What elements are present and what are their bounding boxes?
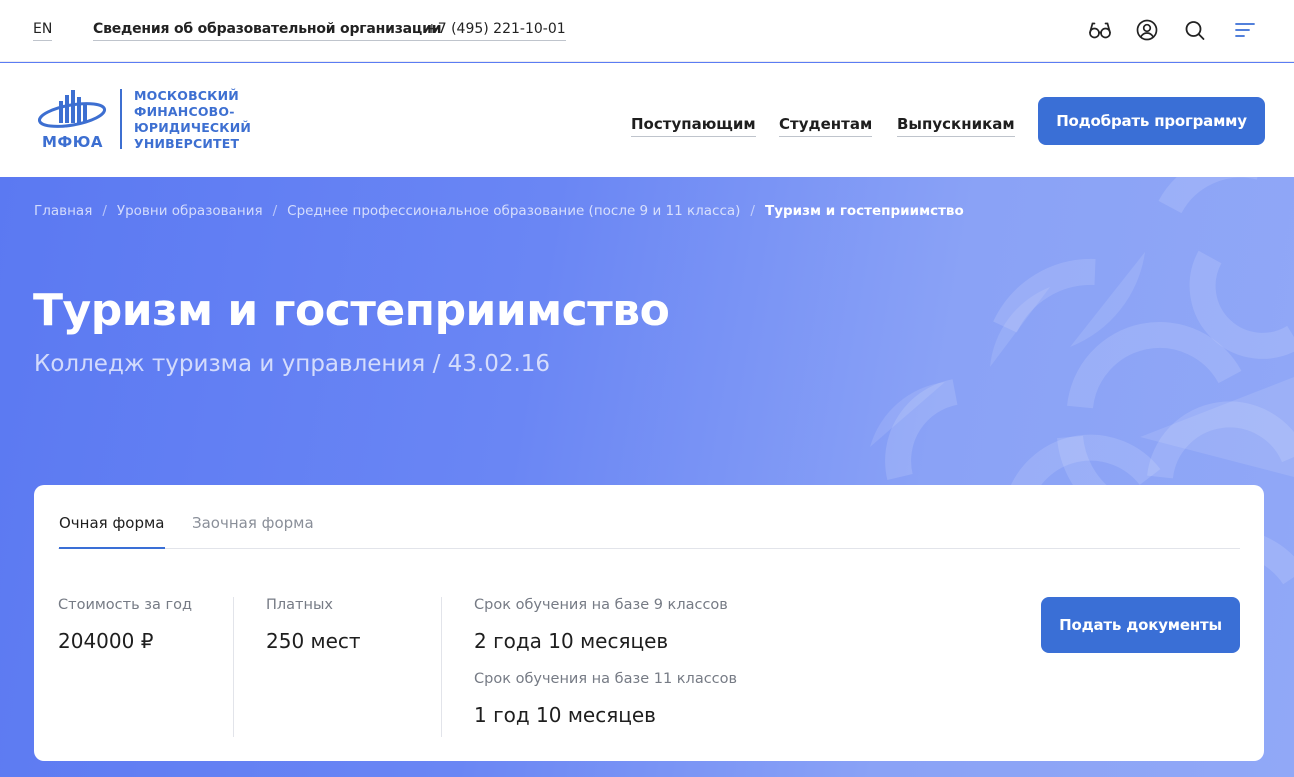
breadcrumb-spo[interactable]: Среднее профессиональное образование (по… xyxy=(287,203,740,219)
column-divider xyxy=(233,597,234,737)
search-icon[interactable] xyxy=(1182,17,1208,43)
breadcrumb-levels[interactable]: Уровни образования xyxy=(117,203,263,219)
logo-abbreviation: МФЮА xyxy=(42,133,104,151)
breadcrumb-separator: / xyxy=(272,203,278,219)
cost-block: Стоимость за год 204000 ₽ xyxy=(58,597,192,653)
study-form-tabs: Очная форма Заочная форма xyxy=(58,485,1240,549)
cost-label: Стоимость за год xyxy=(58,597,192,613)
paid-places-block: Платных 250 мест xyxy=(266,597,361,653)
column-divider xyxy=(441,597,442,737)
breadcrumb-home[interactable]: Главная xyxy=(34,203,92,219)
nav-applicants[interactable]: Поступающим xyxy=(631,115,756,137)
tab-full-time[interactable]: Очная форма xyxy=(59,514,165,549)
tab-part-time[interactable]: Заочная форма xyxy=(192,514,314,547)
page-subtitle: Колледж туризма и управления / 43.02.16 xyxy=(34,351,551,377)
term9-label: Срок обучения на базе 9 классов xyxy=(474,597,728,613)
breadcrumb-separator: / xyxy=(750,203,755,219)
university-logo[interactable]: МФЮА МОСКОВСКИЙ ФИНАНСОВО- ЮРИДИЧЕСКИЙ У… xyxy=(38,88,258,153)
submit-documents-button[interactable]: Подать документы xyxy=(1041,597,1240,653)
nav-students[interactable]: Студентам xyxy=(779,115,873,137)
menu-icon[interactable] xyxy=(1232,17,1258,43)
breadcrumb-current: Туризм и гостеприимство xyxy=(764,203,964,219)
user-icon[interactable] xyxy=(1134,17,1160,43)
term9-value: 2 года 10 месяцев xyxy=(474,629,669,653)
top-bar: EN Сведения об образовательной организац… xyxy=(0,0,1294,62)
program-info-card: Очная форма Заочная форма Стоимость за г… xyxy=(34,485,1264,761)
breadcrumb: Главная / Уровни образования / Среднее профе… xyxy=(34,203,964,219)
nav-graduates[interactable]: Выпускникам xyxy=(897,115,1015,137)
cost-value: 204000 ₽ xyxy=(58,629,154,653)
phone-link[interactable]: +7 (495) 221-10-01 xyxy=(426,21,566,41)
paid-value: 250 мест xyxy=(266,629,361,653)
paid-label: Платных xyxy=(266,597,334,613)
main-header: МФЮА МОСКОВСКИЙ ФИНАНСОВО- ЮРИДИЧЕСКИЙ У… xyxy=(0,63,1294,177)
org-info-link[interactable]: Сведения об образовательной организации xyxy=(93,21,442,41)
pick-program-button[interactable]: Подобрать программу xyxy=(1038,97,1265,145)
page-title: Туризм и гостеприимство xyxy=(33,285,670,336)
breadcrumb-separator: / xyxy=(102,203,107,219)
term11-label: Срок обучения на базе 11 классов xyxy=(474,671,738,687)
logo-divider xyxy=(120,89,122,149)
duration-block: Срок обучения на базе 9 классов 2 года 1… xyxy=(474,597,737,727)
term11-value: 1 год 10 месяцев xyxy=(474,703,656,727)
glasses-icon[interactable] xyxy=(1087,17,1113,43)
logo-full-name: МОСКОВСКИЙ ФИНАНСОВО- ЮРИДИЧЕСКИЙ УНИВЕР… xyxy=(134,88,252,151)
language-switch[interactable]: EN xyxy=(33,21,53,41)
